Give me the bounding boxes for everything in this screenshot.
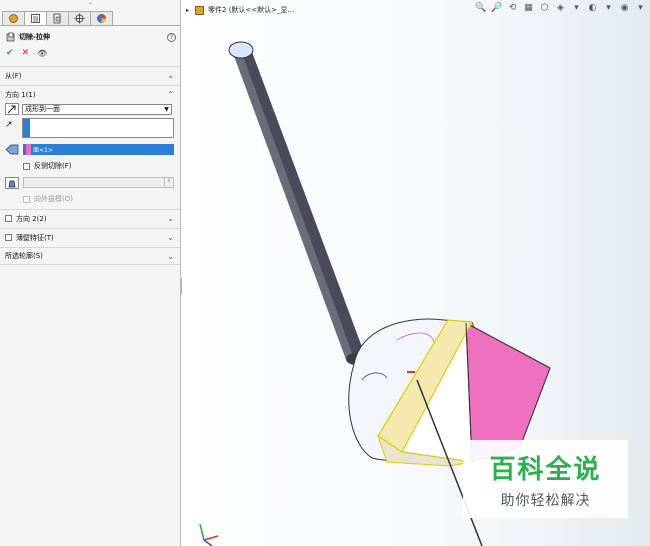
direction2-checkbox[interactable] bbox=[5, 215, 12, 222]
section-direction1[interactable]: 方向 1(1) ⌃ bbox=[0, 85, 181, 103]
draft-outward-label: 向外拔模(O) bbox=[34, 195, 73, 203]
direction-vector-row: ↗ bbox=[5, 120, 22, 130]
section-direction2-label: 方向 2(2) bbox=[16, 214, 47, 223]
chevron-down-icon: ⌄ bbox=[167, 233, 174, 242]
dimxpert-icon bbox=[74, 13, 85, 24]
manager-tabs bbox=[2, 11, 113, 26]
feature-title: 切除-拉伸 bbox=[19, 33, 50, 41]
dimxpert-tab[interactable] bbox=[68, 11, 91, 26]
section-selected-contours-label: 所选轮廓(S) bbox=[5, 252, 43, 260]
chevron-up-icon: ⌃ bbox=[167, 90, 174, 99]
feature-manager-tab[interactable] bbox=[2, 11, 25, 26]
spin-updown-icon: ⇕ bbox=[164, 178, 173, 187]
section-selected-contours[interactable]: 所选轮廓(S) ⌄ bbox=[0, 247, 181, 265]
preview-eye-icon[interactable]: 👁 bbox=[37, 49, 47, 58]
dropdown-arrow-icon: ▼ bbox=[164, 105, 169, 113]
section-from-label: 从(F) bbox=[5, 71, 22, 80]
section-thin-feature[interactable]: 薄壁特征(T) ⌄ bbox=[0, 228, 181, 246]
section-from[interactable]: 从(F) ⌄ bbox=[0, 66, 181, 84]
watermark-sub-text: 助你轻松解决 bbox=[500, 492, 591, 509]
cancel-button[interactable]: ✕ bbox=[22, 48, 30, 58]
flip-side-checkbox[interactable] bbox=[23, 162, 30, 170]
face-selection-row bbox=[5, 144, 19, 155]
display-manager-icon bbox=[97, 14, 106, 23]
watermark-main-text: 百科全说 bbox=[489, 454, 602, 485]
flip-side-row[interactable]: 反侧切除(F) bbox=[23, 161, 72, 171]
coordinate-triad bbox=[199, 523, 219, 546]
draft-angle-spinner: ⇕ bbox=[23, 177, 174, 188]
draft-outward-checkbox bbox=[23, 195, 30, 203]
panel-grip[interactable]: ⌃ bbox=[88, 2, 93, 9]
end-condition-row: 成形到一面 ▼ bbox=[5, 103, 172, 115]
chevron-down-icon: ⌄ bbox=[167, 214, 174, 223]
ok-button[interactable]: ✔ bbox=[6, 48, 14, 58]
face-selection-box[interactable]: 面<1> bbox=[23, 144, 174, 155]
active-selection-marker bbox=[23, 119, 30, 137]
direction-vector-list[interactable] bbox=[22, 118, 174, 138]
graphics-viewport[interactable]: ▸ 零件2 (默认<<默认>_显... 🔍 🔎 ⟲ ▦ ⬡ ◈ ▾ ◐ ▾ ◉ … bbox=[182, 0, 650, 546]
section-direction1-label: 方向 1(1) bbox=[5, 90, 36, 99]
end-condition-select[interactable]: 成形到一面 ▼ bbox=[22, 103, 172, 115]
draft-icon bbox=[8, 180, 16, 187]
section-direction2[interactable]: 方向 2(2) ⌄ bbox=[0, 209, 181, 227]
draft-toggle-button[interactable] bbox=[5, 177, 19, 189]
feature-manager-icon bbox=[9, 14, 18, 23]
reverse-direction-icon bbox=[7, 105, 16, 113]
cut-extrude-icon bbox=[6, 32, 15, 42]
flip-side-label: 反侧切除(F) bbox=[34, 162, 72, 170]
property-manager-icon bbox=[31, 14, 40, 23]
draft-outward-row: 向外拔模(O) bbox=[23, 194, 73, 204]
property-manager-panel: ⌃ 切除-拉伸 ? ✔ ✕ 👁 从(F) ⌄ 方向 1(1) ⌃ 成形到一面 ▼… bbox=[0, 0, 181, 546]
draft-row bbox=[5, 177, 22, 189]
thin-feature-checkbox[interactable] bbox=[5, 234, 12, 241]
help-icon[interactable]: ? bbox=[167, 32, 176, 42]
feature-title-row: 切除-拉伸 ? bbox=[6, 32, 176, 42]
face-color-swatch bbox=[26, 144, 31, 155]
configuration-manager-tab[interactable] bbox=[46, 11, 69, 26]
chevron-down-icon: ⌄ bbox=[167, 71, 174, 80]
watermark-logo: 百科全说 助你轻松解决 bbox=[463, 440, 628, 518]
direction-arrow-icon: ↗ bbox=[5, 120, 13, 130]
reverse-direction-button[interactable] bbox=[5, 103, 19, 115]
property-manager-tab[interactable] bbox=[24, 11, 47, 26]
chevron-down-icon: ⌄ bbox=[167, 251, 174, 261]
action-buttons: ✔ ✕ 👁 bbox=[6, 48, 47, 58]
section-thin-feature-label: 薄壁特征(T) bbox=[16, 233, 54, 242]
end-condition-value: 成形到一面 bbox=[25, 105, 60, 113]
configuration-manager-icon bbox=[53, 13, 61, 24]
face-select-icon bbox=[5, 144, 19, 155]
face-selection-value: 面<1> bbox=[33, 147, 53, 154]
handle-cylinder[interactable] bbox=[228, 41, 366, 365]
tab-divider bbox=[0, 25, 181, 26]
display-manager-tab[interactable] bbox=[90, 11, 113, 26]
